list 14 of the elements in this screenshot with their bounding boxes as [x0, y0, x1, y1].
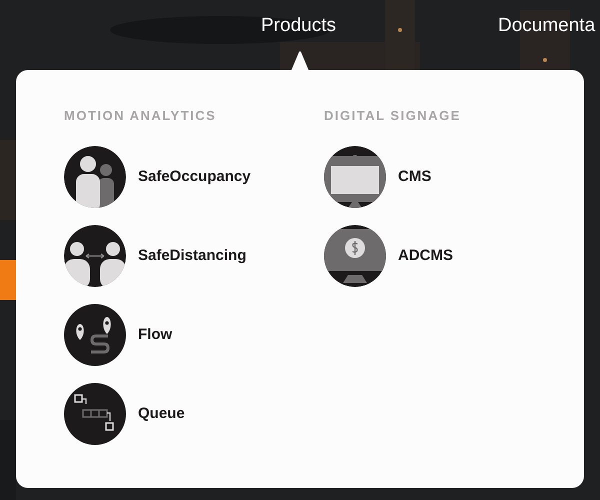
people-icon	[64, 146, 126, 208]
section-heading: MOTION ANALYTICS	[64, 108, 218, 124]
route-pins-icon	[64, 304, 126, 366]
product-link[interactable]: CMS	[324, 146, 584, 208]
projector-screen-icon	[324, 146, 386, 208]
distancing-people-icon	[64, 225, 126, 287]
queue-icon	[64, 383, 126, 445]
monitor-dollar-icon	[324, 225, 386, 287]
section-heading: DIGITAL SIGNAGE	[324, 108, 462, 124]
product-link[interactable]: Flow	[64, 304, 324, 366]
product-link[interactable]: Queue	[64, 383, 324, 445]
product-link[interactable]: ADCMS	[324, 225, 584, 287]
product-link[interactable]: SafeDistancing	[64, 225, 324, 287]
product-link[interactable]: SafeOccupancy	[64, 146, 324, 208]
